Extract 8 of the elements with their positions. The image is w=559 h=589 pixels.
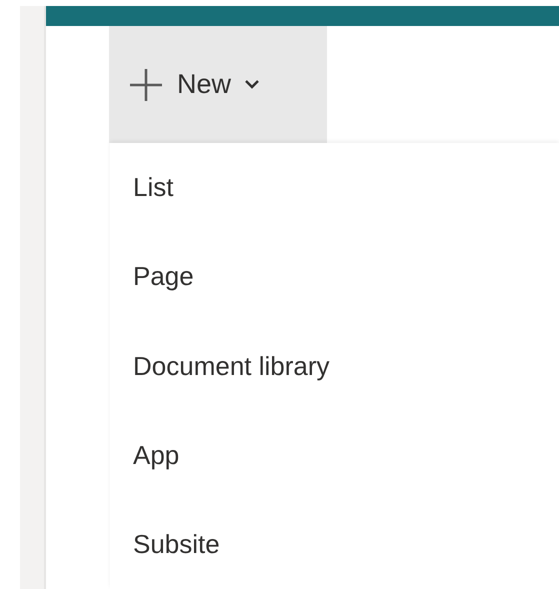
chevron-down-icon xyxy=(245,80,260,89)
new-button[interactable]: New xyxy=(109,26,327,143)
menu-item[interactable]: List xyxy=(110,143,559,232)
menu-item[interactable]: Document library xyxy=(110,321,559,411)
menu-item[interactable]: Page xyxy=(110,232,559,322)
menu-item[interactable]: Subsite xyxy=(110,500,559,589)
plus-icon xyxy=(129,68,163,102)
menu-item[interactable]: App xyxy=(110,410,559,500)
